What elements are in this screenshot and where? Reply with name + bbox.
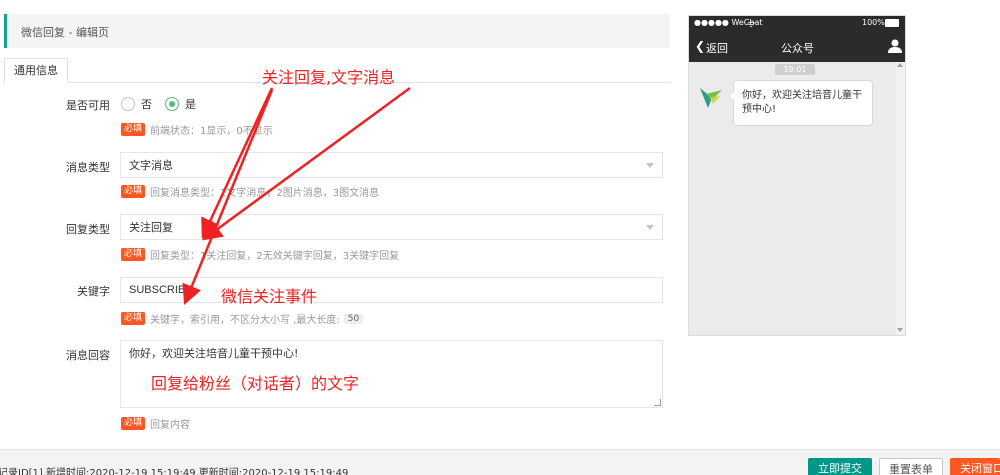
phone-title: 公众号 — [781, 42, 814, 55]
arrow-to-keyword — [182, 89, 274, 305]
bird-logo-icon — [700, 88, 722, 108]
scroll-down-icon[interactable] — [897, 328, 903, 332]
user-icon[interactable] — [888, 39, 902, 53]
scroll-up-icon[interactable] — [897, 63, 903, 67]
annotation-fan-text: 回复给粉丝（对话者）的文字 — [151, 374, 360, 393]
back-icon[interactable]: ❮ — [695, 39, 705, 53]
phone-scrollbar[interactable] — [896, 62, 905, 335]
record-info: 记录ID[1],新增时间:2020-12-19 15:19:49,更新时间:20… — [0, 468, 349, 475]
annotation-reply-text: 关注回复,文字消息 — [262, 68, 396, 87]
phone-message-text: 你好，欢迎关注培音儿童干预中心! — [742, 90, 862, 115]
arrow-to-msg-type — [201, 87, 274, 239]
phone-status-bar: ●●●●● WeChat ᯤ 100% — [689, 16, 905, 31]
phone-message-bubble: 你好，欢迎关注培音儿童干预中心! — [728, 80, 873, 126]
phone-nav-bar: ❮ 返回 公众号 — [689, 31, 905, 62]
phone-back-label[interactable]: 返回 — [706, 40, 728, 56]
phone-time: 19:01 — [775, 64, 815, 75]
reset-button[interactable]: 重置表单 — [879, 458, 943, 475]
battery-icon — [885, 19, 899, 27]
footer-bar: 记录ID[1],新增时间:2020-12-19 15:19:49,更新时间:20… — [0, 449, 1000, 475]
annotation-subscribe-event: 微信关注事件 — [221, 287, 318, 306]
submit-button[interactable]: 立即提交 — [808, 458, 872, 475]
wifi-icon: ᯤ — [747, 20, 756, 30]
phone-preview: ●●●●● WeChat ᯤ 100% ❮ 返回 公众号 19:01 你好，欢迎… — [688, 15, 906, 336]
close-button[interactable]: 关闭窗口 — [950, 458, 1000, 475]
phone-battery-text: 100% — [862, 18, 885, 27]
